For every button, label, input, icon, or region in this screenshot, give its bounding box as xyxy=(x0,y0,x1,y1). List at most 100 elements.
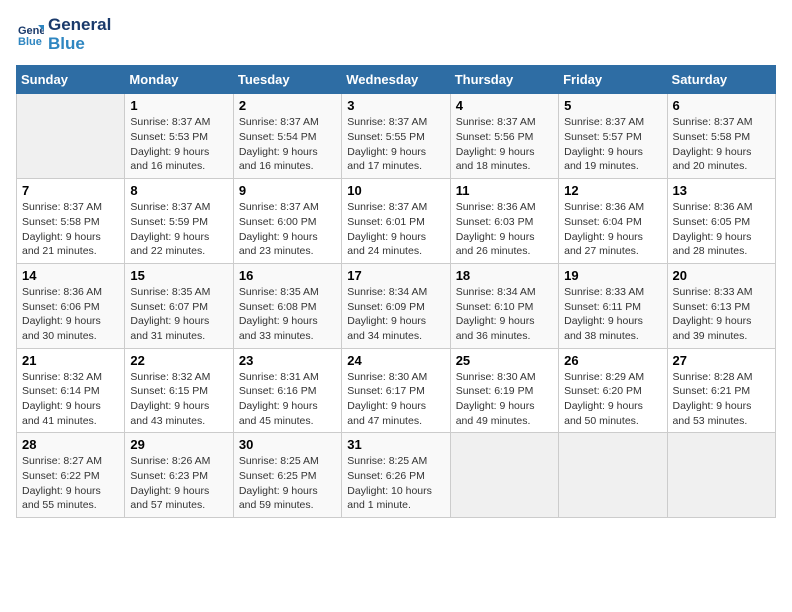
calendar-cell: 6 Sunrise: 8:37 AM Sunset: 5:58 PM Daylig… xyxy=(667,94,775,179)
page-header: General Blue General Blue xyxy=(16,16,776,53)
day-number: 2 xyxy=(239,98,336,113)
day-info: Sunrise: 8:34 AM Sunset: 6:09 PM Dayligh… xyxy=(347,285,444,344)
day-info: Sunrise: 8:37 AM Sunset: 5:54 PM Dayligh… xyxy=(239,115,336,174)
calendar-cell: 27 Sunrise: 8:28 AM Sunset: 6:21 PM Dayli… xyxy=(667,348,775,433)
day-info: Sunrise: 8:35 AM Sunset: 6:07 PM Dayligh… xyxy=(130,285,227,344)
logo-text-line2: Blue xyxy=(48,35,111,54)
day-number: 14 xyxy=(22,268,119,283)
calendar-cell: 25 Sunrise: 8:30 AM Sunset: 6:19 PM Dayli… xyxy=(450,348,558,433)
calendar-cell: 1Sunrise: 8:37 AM Sunset: 5:53 PM Daylig… xyxy=(125,94,233,179)
day-number: 28 xyxy=(22,437,119,452)
calendar-body: 1Sunrise: 8:37 AM Sunset: 5:53 PM Daylig… xyxy=(17,94,776,518)
day-number: 6 xyxy=(673,98,770,113)
calendar-cell: 7 Sunrise: 8:37 AM Sunset: 5:58 PM Daylig… xyxy=(17,179,125,264)
day-info: Sunrise: 8:37 AM Sunset: 6:00 PM Dayligh… xyxy=(239,200,336,259)
day-number: 7 xyxy=(22,183,119,198)
calendar-cell: 9 Sunrise: 8:37 AM Sunset: 6:00 PM Daylig… xyxy=(233,179,341,264)
day-info: Sunrise: 8:37 AM Sunset: 6:01 PM Dayligh… xyxy=(347,200,444,259)
day-number: 18 xyxy=(456,268,553,283)
calendar-cell: 21 Sunrise: 8:32 AM Sunset: 6:14 PM Dayli… xyxy=(17,348,125,433)
calendar-cell: 24Sunrise: 8:30 AM Sunset: 6:17 PM Dayli… xyxy=(342,348,450,433)
day-info: Sunrise: 8:31 AM Sunset: 6:16 PM Dayligh… xyxy=(239,370,336,429)
day-info: Sunrise: 8:32 AM Sunset: 6:15 PM Dayligh… xyxy=(130,370,227,429)
day-info: Sunrise: 8:29 AM Sunset: 6:20 PM Dayligh… xyxy=(564,370,661,429)
day-number: 15 xyxy=(130,268,227,283)
calendar-cell: 29Sunrise: 8:26 AM Sunset: 6:23 PM Dayli… xyxy=(125,433,233,518)
day-number: 17 xyxy=(347,268,444,283)
calendar-week-row: 21 Sunrise: 8:32 AM Sunset: 6:14 PM Dayli… xyxy=(17,348,776,433)
svg-text:Blue: Blue xyxy=(18,36,42,48)
calendar-cell: 18 Sunrise: 8:34 AM Sunset: 6:10 PM Dayli… xyxy=(450,263,558,348)
day-info: Sunrise: 8:34 AM Sunset: 6:10 PM Dayligh… xyxy=(456,285,553,344)
day-number: 10 xyxy=(347,183,444,198)
calendar-week-row: 7 Sunrise: 8:37 AM Sunset: 5:58 PM Daylig… xyxy=(17,179,776,264)
logo: General Blue General Blue xyxy=(16,16,111,53)
calendar-cell: 31Sunrise: 8:25 AM Sunset: 6:26 PM Dayli… xyxy=(342,433,450,518)
calendar-week-row: 1Sunrise: 8:37 AM Sunset: 5:53 PM Daylig… xyxy=(17,94,776,179)
calendar-cell: 19Sunrise: 8:33 AM Sunset: 6:11 PM Dayli… xyxy=(559,263,667,348)
day-number: 30 xyxy=(239,437,336,452)
calendar-cell xyxy=(450,433,558,518)
day-number: 27 xyxy=(673,353,770,368)
weekday-header: Thursday xyxy=(450,66,558,94)
day-info: Sunrise: 8:30 AM Sunset: 6:19 PM Dayligh… xyxy=(456,370,553,429)
day-number: 16 xyxy=(239,268,336,283)
day-number: 13 xyxy=(673,183,770,198)
day-info: Sunrise: 8:36 AM Sunset: 6:04 PM Dayligh… xyxy=(564,200,661,259)
day-number: 9 xyxy=(239,183,336,198)
weekday-row: SundayMondayTuesdayWednesdayThursdayFrid… xyxy=(17,66,776,94)
day-number: 22 xyxy=(130,353,227,368)
calendar-week-row: 14 Sunrise: 8:36 AM Sunset: 6:06 PM Dayli… xyxy=(17,263,776,348)
day-info: Sunrise: 8:30 AM Sunset: 6:17 PM Dayligh… xyxy=(347,370,444,429)
calendar-header: SundayMondayTuesdayWednesdayThursdayFrid… xyxy=(17,66,776,94)
logo-text-line1: General xyxy=(48,16,111,35)
calendar-cell: 22 Sunrise: 8:32 AM Sunset: 6:15 PM Dayli… xyxy=(125,348,233,433)
calendar-cell: 4 Sunrise: 8:37 AM Sunset: 5:56 PM Daylig… xyxy=(450,94,558,179)
day-info: Sunrise: 8:28 AM Sunset: 6:21 PM Dayligh… xyxy=(673,370,770,429)
day-info: Sunrise: 8:37 AM Sunset: 5:58 PM Dayligh… xyxy=(22,200,119,259)
calendar-cell: 14 Sunrise: 8:36 AM Sunset: 6:06 PM Dayli… xyxy=(17,263,125,348)
day-number: 11 xyxy=(456,183,553,198)
day-number: 21 xyxy=(22,353,119,368)
calendar-cell: 17 Sunrise: 8:34 AM Sunset: 6:09 PM Dayli… xyxy=(342,263,450,348)
day-number: 8 xyxy=(130,183,227,198)
day-number: 4 xyxy=(456,98,553,113)
calendar-cell: 30 Sunrise: 8:25 AM Sunset: 6:25 PM Dayli… xyxy=(233,433,341,518)
calendar-cell: 5 Sunrise: 8:37 AM Sunset: 5:57 PM Daylig… xyxy=(559,94,667,179)
day-info: Sunrise: 8:32 AM Sunset: 6:14 PM Dayligh… xyxy=(22,370,119,429)
day-info: Sunrise: 8:27 AM Sunset: 6:22 PM Dayligh… xyxy=(22,454,119,513)
weekday-header: Saturday xyxy=(667,66,775,94)
calendar-cell: 20 Sunrise: 8:33 AM Sunset: 6:13 PM Dayli… xyxy=(667,263,775,348)
calendar-cell: 28 Sunrise: 8:27 AM Sunset: 6:22 PM Dayli… xyxy=(17,433,125,518)
calendar-cell: 15 Sunrise: 8:35 AM Sunset: 6:07 PM Dayli… xyxy=(125,263,233,348)
calendar-cell xyxy=(559,433,667,518)
calendar-cell: 26 Sunrise: 8:29 AM Sunset: 6:20 PM Dayli… xyxy=(559,348,667,433)
calendar-week-row: 28 Sunrise: 8:27 AM Sunset: 6:22 PM Dayli… xyxy=(17,433,776,518)
day-info: Sunrise: 8:36 AM Sunset: 6:03 PM Dayligh… xyxy=(456,200,553,259)
calendar-table: SundayMondayTuesdayWednesdayThursdayFrid… xyxy=(16,65,776,518)
calendar-cell: 12 Sunrise: 8:36 AM Sunset: 6:04 PM Dayli… xyxy=(559,179,667,264)
calendar-cell: 2 Sunrise: 8:37 AM Sunset: 5:54 PM Daylig… xyxy=(233,94,341,179)
day-number: 12 xyxy=(564,183,661,198)
day-info: Sunrise: 8:37 AM Sunset: 5:57 PM Dayligh… xyxy=(564,115,661,174)
weekday-header: Friday xyxy=(559,66,667,94)
day-info: Sunrise: 8:37 AM Sunset: 5:53 PM Dayligh… xyxy=(130,115,227,174)
calendar-cell xyxy=(17,94,125,179)
day-info: Sunrise: 8:37 AM Sunset: 5:56 PM Dayligh… xyxy=(456,115,553,174)
day-number: 26 xyxy=(564,353,661,368)
calendar-cell: 11 Sunrise: 8:36 AM Sunset: 6:03 PM Dayli… xyxy=(450,179,558,264)
weekday-header: Sunday xyxy=(17,66,125,94)
day-info: Sunrise: 8:37 AM Sunset: 5:58 PM Dayligh… xyxy=(673,115,770,174)
day-number: 20 xyxy=(673,268,770,283)
day-info: Sunrise: 8:33 AM Sunset: 6:13 PM Dayligh… xyxy=(673,285,770,344)
calendar-cell: 13Sunrise: 8:36 AM Sunset: 6:05 PM Dayli… xyxy=(667,179,775,264)
day-number: 25 xyxy=(456,353,553,368)
day-info: Sunrise: 8:37 AM Sunset: 5:55 PM Dayligh… xyxy=(347,115,444,174)
weekday-header: Monday xyxy=(125,66,233,94)
calendar-cell: 23Sunrise: 8:31 AM Sunset: 6:16 PM Dayli… xyxy=(233,348,341,433)
day-number: 5 xyxy=(564,98,661,113)
day-info: Sunrise: 8:36 AM Sunset: 6:06 PM Dayligh… xyxy=(22,285,119,344)
day-info: Sunrise: 8:25 AM Sunset: 6:25 PM Dayligh… xyxy=(239,454,336,513)
day-info: Sunrise: 8:37 AM Sunset: 5:59 PM Dayligh… xyxy=(130,200,227,259)
calendar-cell: 3Sunrise: 8:37 AM Sunset: 5:55 PM Daylig… xyxy=(342,94,450,179)
